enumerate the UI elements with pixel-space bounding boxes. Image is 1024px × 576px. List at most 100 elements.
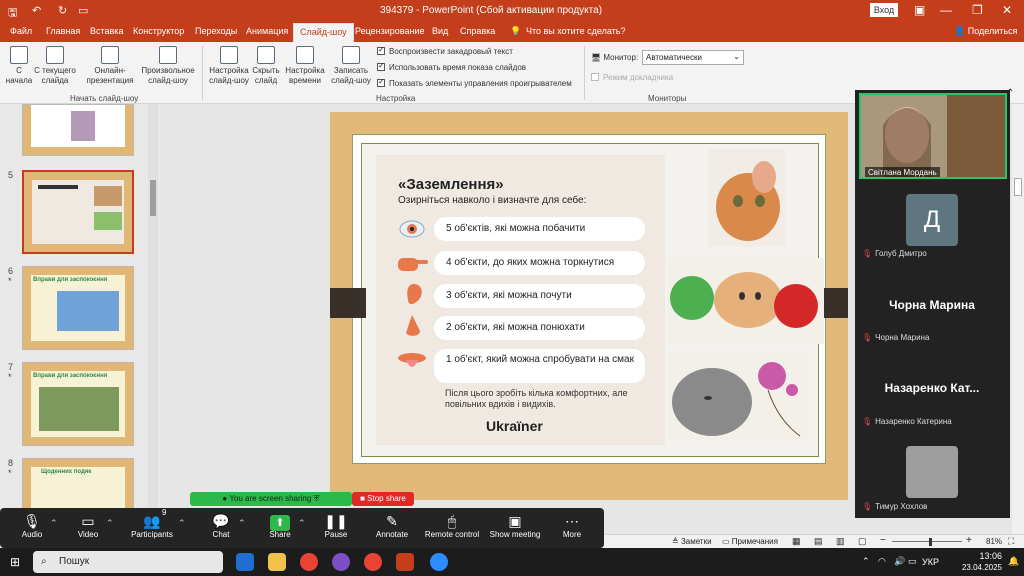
setup-slideshow-label: Настройка слайд-шоу: [209, 66, 249, 85]
rehearse-timings-button[interactable]: Настройка времени: [284, 46, 326, 86]
hide-slide-button[interactable]: Скрыть слайд: [250, 46, 282, 86]
chevron-up-icon[interactable]: ⌃: [178, 518, 186, 529]
tab-insert[interactable]: Вставка: [90, 26, 123, 36]
remote-control-button[interactable]: 🖱 Remote control: [420, 512, 484, 539]
chrome-icon-2[interactable]: [364, 553, 382, 571]
tab-file[interactable]: Файл: [10, 26, 32, 36]
participants-panel: Світлана Мордань Д 🎙 Голуб Дмитро Чорна М…: [855, 90, 1010, 518]
cat-orchid-photo[interactable]: [668, 350, 808, 440]
taskbar-search[interactable]: ⌕ Пошук: [33, 551, 223, 573]
scrollbar-thumb[interactable]: [150, 180, 156, 216]
slide-sorter-icon[interactable]: ▤: [814, 536, 823, 547]
sense-item-taste: 1 об'єкт, який можна спробувати на смак: [434, 349, 645, 383]
kitten-photo[interactable]: [708, 149, 786, 247]
sense-item-hear: 3 об'єкти, які можна почути: [434, 284, 645, 308]
windows-start-icon[interactable]: ⊞: [10, 555, 20, 569]
tab-review[interactable]: Рецензирование: [355, 26, 425, 36]
ribbon-display-icon[interactable]: ▣: [914, 3, 925, 17]
tab-transitions[interactable]: Переходы: [195, 26, 237, 36]
slideshow-quick-icon[interactable]: ▭: [78, 4, 88, 17]
zoom-level[interactable]: 81%: [986, 537, 1002, 546]
more-button[interactable]: ⋯ More: [544, 512, 600, 539]
tab-help[interactable]: Справка: [460, 26, 495, 36]
reading-view-icon[interactable]: ▥: [836, 536, 845, 547]
zoom-in-icon[interactable]: +: [966, 535, 972, 546]
presenter-view-checkbox[interactable]: Режим докладчика: [591, 73, 673, 82]
share-label: Поделиться: [967, 26, 1018, 36]
tab-home[interactable]: Главная: [46, 26, 80, 36]
tab-design[interactable]: Конструктор: [133, 26, 184, 36]
tab-view[interactable]: Вид: [432, 26, 448, 36]
slide-thumbnail[interactable]: Вправи для заспокоєння: [22, 266, 134, 350]
edge-browser-icon[interactable]: [236, 553, 254, 571]
mouse-icon: 🖱: [447, 513, 457, 529]
thumbnail-scrollbar[interactable]: [148, 104, 158, 534]
close-icon[interactable]: ✕: [1002, 3, 1012, 17]
use-timings-checkbox[interactable]: Использовать время показа слайдов: [377, 61, 526, 72]
kittens-yarn-photo[interactable]: [668, 258, 824, 344]
comments-button[interactable]: ▭ Примечания: [722, 537, 778, 546]
clock-time[interactable]: 13:06: [952, 551, 1002, 561]
slide-thumbnail[interactable]: Вправи для заспокоєння: [22, 362, 134, 446]
file-explorer-icon[interactable]: [268, 553, 286, 571]
slideshow-view-icon[interactable]: ▢: [858, 536, 867, 547]
login-button[interactable]: Вход: [870, 3, 898, 17]
redo-icon[interactable]: ↻: [58, 4, 67, 17]
scrollbar-thumb[interactable]: [1014, 178, 1022, 196]
from-beginning-button[interactable]: С начала: [4, 46, 34, 86]
zoom-slider-thumb[interactable]: [929, 538, 932, 546]
pause-icon: ❚❚: [324, 513, 348, 529]
zoom-slider[interactable]: [892, 541, 962, 542]
participant-name: Чорна Марина: [875, 333, 930, 342]
online-presentation-button[interactable]: Онлайн-презентация: [84, 46, 136, 86]
language-indicator[interactable]: УКР: [922, 557, 939, 567]
pause-share-button[interactable]: ❚❚ Pause: [308, 512, 364, 539]
chevron-up-icon[interactable]: ⌃: [50, 518, 58, 529]
show-media-controls-checkbox[interactable]: Показать элементы управления проигрывате…: [377, 77, 572, 88]
tray-chevron-icon[interactable]: ⌃: [862, 556, 870, 567]
slide-thumbnail[interactable]: [22, 104, 134, 156]
chevron-up-icon[interactable]: ⌃: [106, 518, 114, 529]
tab-animations[interactable]: Анимация: [246, 26, 288, 36]
save-icon[interactable]: 🖫: [8, 4, 17, 23]
tab-slideshow[interactable]: Слайд-шоу: [293, 23, 354, 42]
slide-scrollbar[interactable]: [1012, 104, 1024, 534]
tell-me-search[interactable]: Что вы хотите сделать?: [526, 26, 626, 36]
viber-icon[interactable]: [332, 553, 350, 571]
notes-button[interactable]: ≜ Заметки: [672, 537, 712, 546]
annotate-button[interactable]: ✎ Annotate: [364, 512, 420, 539]
chevron-up-icon[interactable]: ⌃: [238, 518, 246, 529]
show-meeting-button[interactable]: ▣ Show meeting: [486, 512, 544, 539]
participant-name: Назаренко Катерина: [875, 417, 952, 426]
restore-icon[interactable]: ❐: [972, 3, 983, 17]
custom-slideshow-button[interactable]: Произвольное слайд-шоу: [138, 46, 198, 86]
from-current-button[interactable]: С текущего слайда: [34, 46, 76, 86]
clock-date[interactable]: 23.04.2025: [944, 563, 1002, 572]
battery-icon[interactable]: ▭: [908, 556, 917, 567]
group-label-monitors: Мониторы: [648, 94, 687, 103]
active-speaker-video[interactable]: Світлана Мордань: [859, 93, 1007, 179]
record-slideshow-button[interactable]: Записать слайд-шоу: [328, 46, 374, 86]
chrome-icon[interactable]: [300, 553, 318, 571]
powerpoint-icon[interactable]: [396, 553, 414, 571]
normal-view-icon[interactable]: ▦: [792, 536, 801, 547]
monitor-select[interactable]: Автоматически ⌄: [642, 50, 744, 65]
wifi-icon[interactable]: ◠: [878, 556, 886, 567]
zoom-app-icon[interactable]: [430, 553, 448, 571]
zoom-out-icon[interactable]: −: [880, 535, 886, 546]
share-button[interactable]: 👤 Поделиться: [954, 26, 1017, 37]
chevron-up-icon[interactable]: ⌃: [298, 518, 306, 529]
slide-number: 8: [8, 458, 14, 468]
minimize-icon[interactable]: —: [940, 3, 952, 17]
sense-item-see: 5 об'єктів, які можна побачити: [434, 217, 645, 241]
participants-button[interactable]: 👥 Participants: [124, 512, 180, 539]
play-narrations-checkbox[interactable]: Воспроизвести закадровый текст: [377, 45, 513, 56]
fit-to-window-icon[interactable]: ⛶: [1008, 536, 1014, 547]
speaker-icon[interactable]: 🔊: [894, 556, 905, 567]
slide-thumbnail-selected[interactable]: [22, 170, 134, 254]
stop-share-button[interactable]: ■ Stop share: [352, 492, 414, 506]
setup-slideshow-button[interactable]: Настройка слайд-шоу: [206, 46, 252, 86]
record-slideshow-label: Записать слайд-шоу: [331, 66, 371, 85]
notifications-icon[interactable]: 🔔: [1008, 556, 1019, 567]
undo-icon[interactable]: ↶: [32, 4, 41, 17]
